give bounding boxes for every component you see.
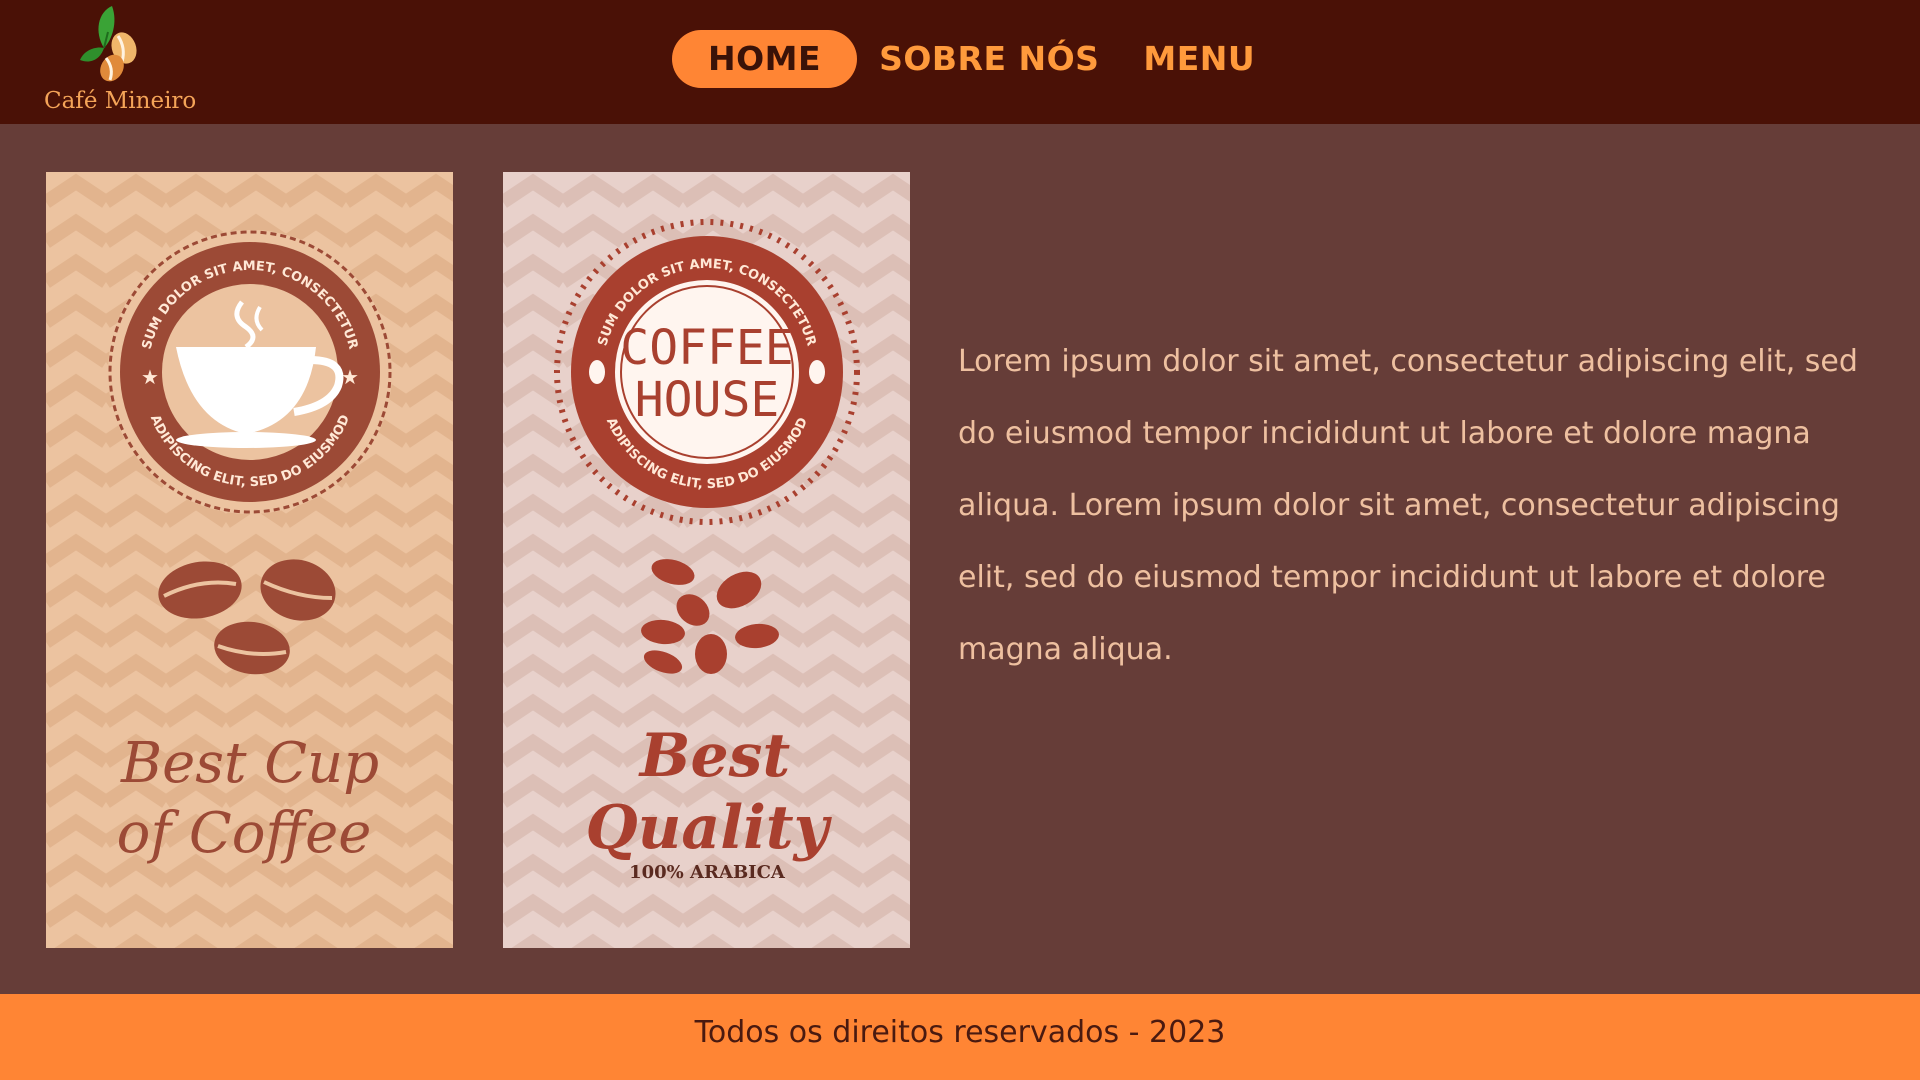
- copyright-text: Todos os direitos reservados - 2023: [694, 1015, 1226, 1050]
- main-nav: HOME SOBRE NÓS MENU: [672, 30, 1277, 88]
- nav-home-button[interactable]: HOME: [672, 30, 858, 88]
- nav-menu-button[interactable]: MENU: [1121, 30, 1277, 88]
- nav-sobre-nos-button[interactable]: SOBRE NÓS: [857, 30, 1121, 88]
- card-tagline: 100% ARABICA: [629, 862, 786, 883]
- badge-title-line1: COFFEE: [620, 320, 793, 376]
- card-headline-line1: Best: [638, 721, 791, 791]
- card-headline-line2: Quality: [586, 793, 833, 863]
- intro-paragraph: Lorem ipsum dolor sit amet, consectetur …: [958, 344, 1858, 667]
- promo-card-best-cup: SUM DOLOR SIT AMET, CONSECTETUR ADIPISCI…: [46, 172, 453, 948]
- promo-card-art: SUM DOLOR SIT AMET, CONSECTETUR ADIPISCI…: [503, 172, 910, 948]
- coffee-leaf-logo-icon: [80, 6, 137, 82]
- brand-name: Café Mineiro: [44, 88, 197, 114]
- site-footer: Todos os direitos reservados - 2023: [0, 994, 1920, 1080]
- cup-badge: SUM DOLOR SIT AMET, CONSECTETUR ADIPISCI…: [108, 230, 392, 514]
- card-headline-line1: Best Cup: [120, 731, 379, 796]
- card-headline-line2: of Coffee: [117, 801, 372, 866]
- site-header: Café Mineiro HOME SOBRE NÓS MENU: [0, 0, 1920, 124]
- badge-title-line2: HOUSE: [635, 372, 780, 428]
- svg-text:★: ★: [341, 365, 359, 389]
- promo-card-art: SUM DOLOR SIT AMET, CONSECTETUR ADIPISCI…: [46, 172, 453, 948]
- promo-card-best-quality: SUM DOLOR SIT AMET, CONSECTETUR ADIPISCI…: [503, 172, 910, 948]
- svg-text:★: ★: [141, 365, 159, 389]
- brand-logo[interactable]: Café Mineiro: [40, 2, 196, 120]
